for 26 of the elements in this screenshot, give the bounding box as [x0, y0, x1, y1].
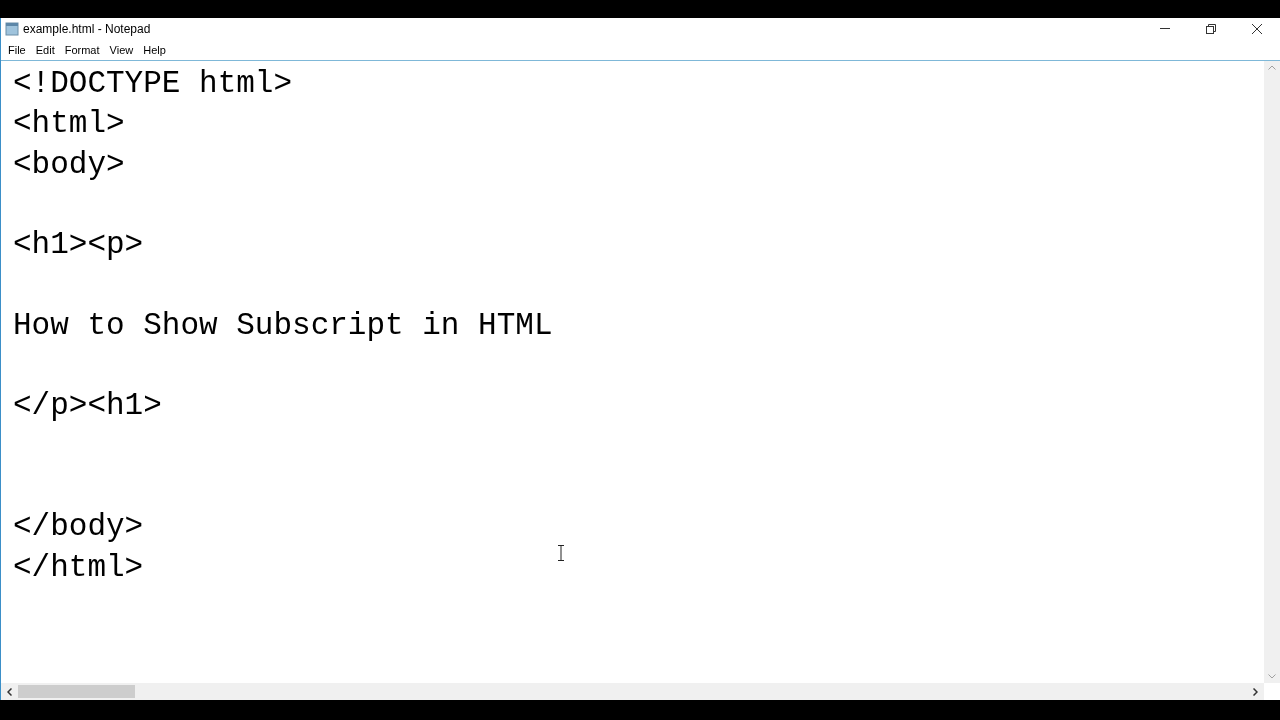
code-line: <h1><p>	[13, 227, 144, 263]
menu-item[interactable]: File	[3, 41, 31, 59]
menu-item[interactable]: Format	[59, 41, 105, 59]
scroll-right-icon[interactable]	[1253, 687, 1258, 696]
code-line: </body>	[13, 509, 144, 545]
code-line: </p><h1>	[13, 388, 162, 424]
code-line: </html>	[13, 549, 144, 585]
scroll-left-icon[interactable]	[7, 687, 12, 696]
code-line: How to Show Subscript in HTML	[13, 307, 553, 343]
scrollbar-thumb[interactable]	[18, 685, 135, 698]
text-cursor-icon	[557, 545, 565, 561]
vertical-scrollbar[interactable]	[1264, 61, 1280, 683]
scroll-down-icon[interactable]	[1268, 674, 1276, 679]
restore-icon	[1206, 24, 1216, 34]
code-line: <html>	[13, 106, 125, 142]
scroll-up-icon[interactable]	[1268, 65, 1276, 70]
window-title: example.html - Notepad	[23, 21, 151, 38]
menu-item[interactable]: View	[104, 41, 139, 59]
horizontal-scrollbar[interactable]	[1, 683, 1264, 700]
code-line: <body>	[13, 146, 125, 182]
code-line: <!DOCTYPE html>	[13, 66, 293, 101]
menu-item[interactable]: Edit	[30, 41, 60, 59]
menu-item[interactable]: Help	[138, 41, 171, 59]
notepad-icon	[5, 22, 19, 36]
close-icon	[1252, 24, 1262, 34]
minimize-icon	[1160, 28, 1170, 30]
